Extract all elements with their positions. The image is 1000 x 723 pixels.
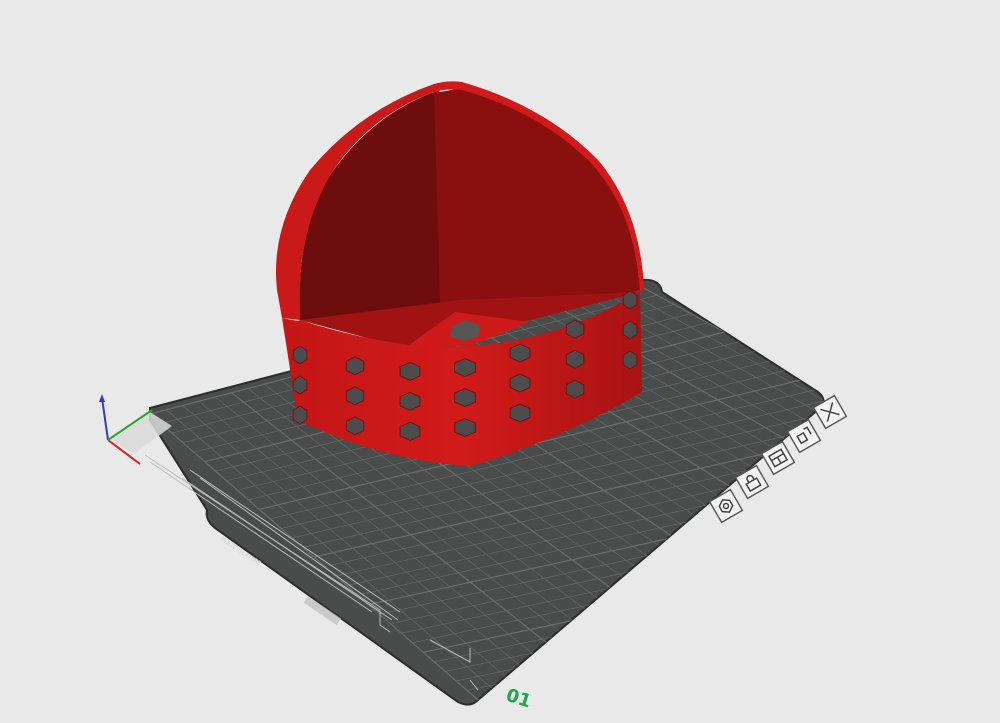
plate-number[interactable]: 01 bbox=[503, 685, 533, 713]
hex-hole bbox=[565, 319, 585, 339]
hex-hole bbox=[622, 290, 638, 310]
hex-hole bbox=[454, 387, 476, 408]
hex-hole bbox=[565, 379, 585, 399]
hex-hole bbox=[454, 357, 476, 378]
scene-canvas[interactable]: PLATE TEXTURE 01 bbox=[0, 0, 1000, 723]
hex-hole bbox=[622, 350, 638, 370]
hex-hole bbox=[345, 416, 365, 436]
hex-hole bbox=[345, 386, 365, 406]
hex-hole bbox=[292, 375, 308, 395]
hex-hole bbox=[509, 343, 531, 363]
hex-hole bbox=[399, 421, 421, 441]
hex-hole bbox=[509, 403, 531, 423]
hex-hole bbox=[399, 361, 421, 381]
hex-hole bbox=[399, 391, 421, 411]
3d-viewport[interactable]: PLATE TEXTURE 01 bbox=[0, 0, 1000, 723]
plate-border bbox=[149, 278, 825, 706]
hex-hole bbox=[622, 320, 638, 340]
hex-hole bbox=[292, 345, 308, 365]
model-object[interactable] bbox=[275, 81, 644, 466]
hex-hole bbox=[292, 405, 308, 425]
hex-hole bbox=[345, 356, 365, 376]
hex-hole bbox=[565, 349, 585, 369]
hex-hole bbox=[454, 417, 476, 438]
hex-hole bbox=[509, 373, 531, 393]
